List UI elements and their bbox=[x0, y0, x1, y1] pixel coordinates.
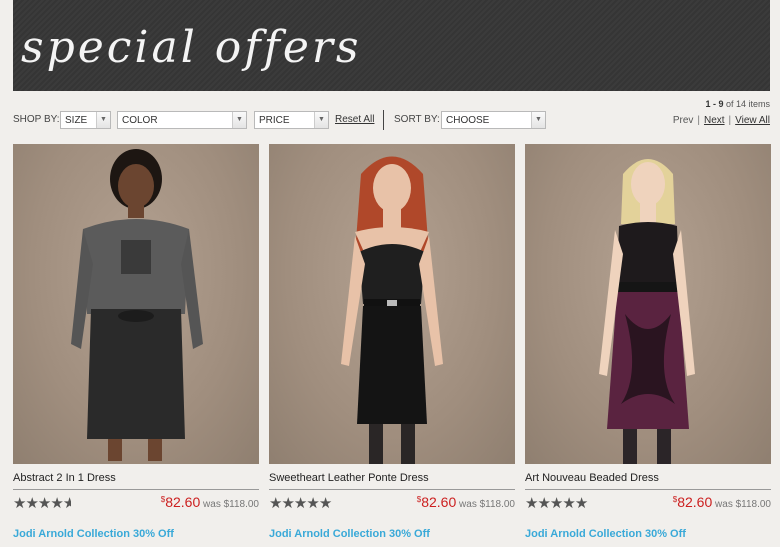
pager-separator: | bbox=[728, 115, 732, 126]
star-icon: ★ bbox=[537, 495, 550, 512]
sort-select[interactable]: CHOOSE ▼ bbox=[441, 111, 546, 129]
sort-select-value: CHOOSE bbox=[446, 115, 490, 126]
banner-title: special offers bbox=[21, 22, 362, 73]
color-select-value: COLOR bbox=[122, 115, 158, 126]
star-icon: ★ bbox=[293, 495, 307, 512]
special-offers-banner: special offers bbox=[13, 0, 770, 91]
star-icon: ★ bbox=[574, 495, 588, 512]
sale-price: $82.60 bbox=[161, 494, 201, 510]
star-icon: ★ bbox=[562, 495, 575, 512]
sort-by-label: SORT BY: bbox=[394, 114, 440, 125]
shop-by-label: SHOP BY: bbox=[13, 114, 60, 125]
filter-toolbar: SHOP BY: SIZE ▼ COLOR ▼ PRICE ▼ Reset Al… bbox=[13, 110, 773, 130]
product-card: Abstract 2 In 1 Dress ★★★★★ $82.60 was $… bbox=[13, 144, 259, 544]
was-price: was $118.00 bbox=[459, 499, 515, 510]
star-icon: ★ bbox=[269, 495, 282, 512]
toolbar-divider bbox=[383, 110, 384, 130]
was-price: was $118.00 bbox=[715, 499, 771, 510]
star-icon: ★ bbox=[281, 495, 294, 512]
rating-stars: ★★★★★ bbox=[525, 494, 588, 512]
product-name[interactable]: Art Nouveau Beaded Dress bbox=[525, 472, 659, 484]
product-card: Art Nouveau Beaded Dress ★★★★★ $82.60 wa… bbox=[525, 144, 771, 544]
size-select-value: SIZE bbox=[65, 115, 88, 126]
rating-stars: ★★★★★ bbox=[13, 494, 71, 512]
product-card: Sweetheart Leather Ponte Dress ★★★★★ $82… bbox=[269, 144, 515, 544]
sale-price-value: 82.60 bbox=[421, 494, 457, 510]
was-price: was $118.00 bbox=[203, 499, 259, 510]
price-select[interactable]: PRICE ▼ bbox=[254, 111, 329, 129]
chevron-down-icon: ▼ bbox=[314, 112, 328, 128]
pager-separator: | bbox=[697, 115, 700, 126]
divider bbox=[269, 489, 515, 490]
rating-stars: ★★★★★ bbox=[269, 494, 332, 512]
chevron-down-icon: ▼ bbox=[531, 112, 545, 128]
product-image[interactable] bbox=[13, 144, 259, 464]
item-range: 1 - 9 bbox=[705, 99, 724, 109]
price: $82.60 was $118.00 bbox=[161, 494, 259, 510]
sale-price: $82.60 bbox=[417, 494, 457, 510]
chevron-down-icon: ▼ bbox=[96, 112, 110, 128]
size-select[interactable]: SIZE ▼ bbox=[60, 111, 111, 129]
product-name[interactable]: Sweetheart Leather Ponte Dress bbox=[269, 472, 429, 484]
divider bbox=[13, 489, 259, 490]
reset-all-link[interactable]: Reset All bbox=[335, 114, 374, 125]
price-select-value: PRICE bbox=[259, 115, 290, 126]
star-icon: ★ bbox=[25, 495, 38, 512]
chevron-down-icon: ▼ bbox=[232, 112, 246, 128]
sale-price-value: 82.60 bbox=[677, 494, 713, 510]
sale-price: $82.60 bbox=[673, 494, 713, 510]
product-name[interactable]: Abstract 2 In 1 Dress bbox=[13, 472, 116, 484]
half-star-icon: ★ bbox=[62, 495, 71, 512]
color-select[interactable]: COLOR ▼ bbox=[117, 111, 247, 129]
prev-link[interactable]: Prev bbox=[673, 115, 694, 126]
item-total: of 14 items bbox=[725, 99, 770, 109]
product-image[interactable] bbox=[269, 144, 515, 464]
star-icon: ★ bbox=[306, 495, 319, 512]
product-image[interactable] bbox=[525, 144, 771, 464]
view-all-link[interactable]: View All bbox=[735, 115, 770, 126]
price: $82.60 was $118.00 bbox=[673, 494, 771, 510]
pager-nav: Prev | Next | View All bbox=[673, 115, 770, 126]
star-icon: ★ bbox=[318, 495, 332, 512]
next-link[interactable]: Next bbox=[704, 115, 725, 126]
star-icon: ★ bbox=[549, 495, 563, 512]
star-icon: ★ bbox=[50, 495, 63, 512]
item-count: 1 - 9 of 14 items bbox=[705, 99, 770, 109]
star-icon: ★ bbox=[525, 495, 538, 512]
promo-link[interactable]: Jodi Arnold Collection 30% Off bbox=[13, 528, 174, 540]
star-icon: ★ bbox=[37, 495, 51, 512]
promo-link[interactable]: Jodi Arnold Collection 30% Off bbox=[269, 528, 430, 540]
star-icon: ★ bbox=[13, 495, 26, 512]
promo-link[interactable]: Jodi Arnold Collection 30% Off bbox=[525, 528, 686, 540]
sale-price-value: 82.60 bbox=[165, 494, 201, 510]
divider bbox=[525, 489, 771, 490]
price: $82.60 was $118.00 bbox=[417, 494, 515, 510]
